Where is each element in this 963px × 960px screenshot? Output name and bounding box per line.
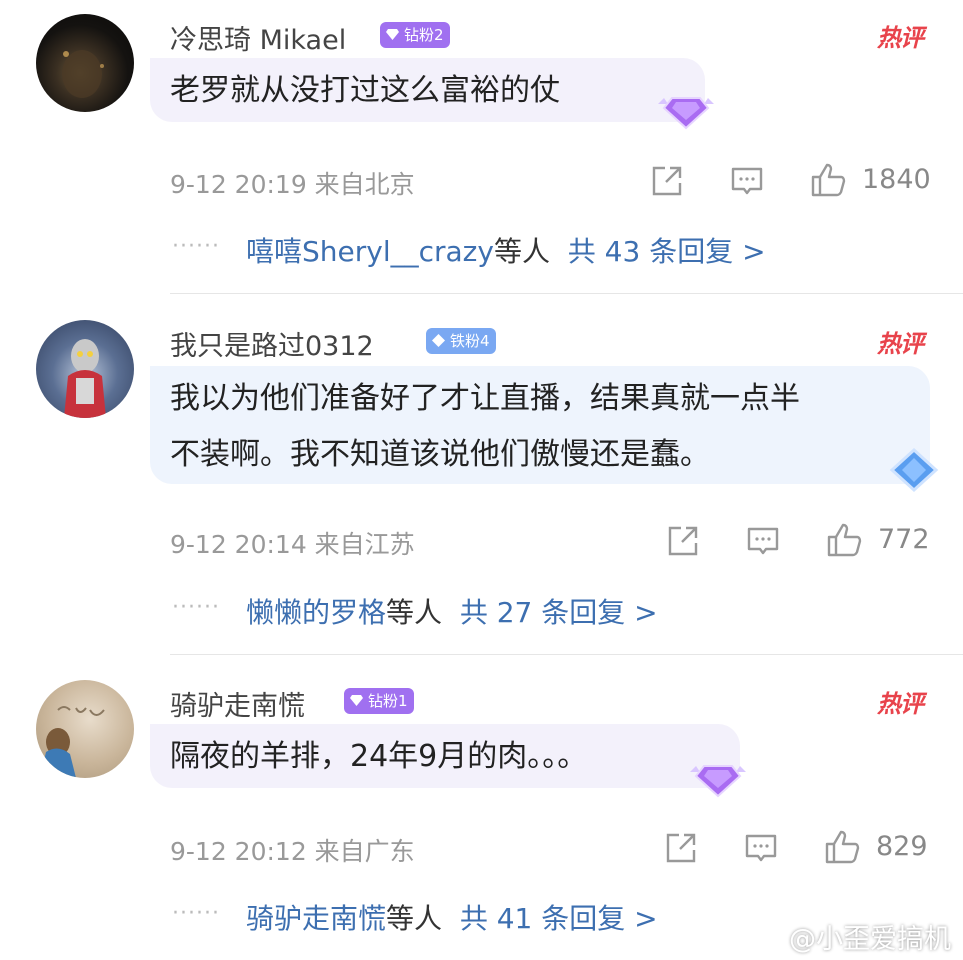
diamond-icon xyxy=(432,334,445,347)
fan-badge: 钻粉1 xyxy=(344,688,414,714)
comment-text: 我以为他们准备好了才让直播，结果真就一点半 xyxy=(170,381,800,416)
reply-count-link[interactable]: 共 41 条回复 > xyxy=(460,902,658,935)
share-icon[interactable] xyxy=(666,524,700,558)
comment-text: 老罗就从没打过这么富裕的仗 xyxy=(170,73,560,108)
reply-middle: 等人 xyxy=(386,596,443,629)
comment-text: 不装啊。我不知道该说他们傲慢还是蠢。 xyxy=(170,437,710,472)
username[interactable]: 骑驴走南慌 xyxy=(170,684,305,723)
diamond-icon xyxy=(350,695,363,706)
diamond-decoration-icon xyxy=(658,97,714,130)
fan-badge-label: 钻粉1 xyxy=(368,692,408,710)
reply-users[interactable]: 懒懒的罗格 xyxy=(246,596,386,629)
avatar[interactable] xyxy=(36,680,134,778)
comment-meta: 9-12 20:14 来自江苏 xyxy=(170,530,415,559)
divider xyxy=(170,654,963,655)
comment-meta: 9-12 20:12 来自广东 xyxy=(170,837,415,866)
username[interactable]: 冷思琦 Mikael xyxy=(170,18,346,57)
comment-icon[interactable] xyxy=(746,524,780,558)
divider xyxy=(170,293,963,294)
reply-users[interactable]: 嘻嘻Sheryl__crazy xyxy=(246,235,494,268)
reply-summary[interactable]: 骑驴走南慌等人 共 41 条回复 > xyxy=(246,897,658,937)
comment-icon[interactable] xyxy=(744,831,778,865)
share-icon[interactable] xyxy=(650,164,684,198)
avatar[interactable] xyxy=(36,320,134,418)
reply-middle: 等人 xyxy=(386,902,443,935)
comment-icon[interactable] xyxy=(730,164,764,198)
like-count: 829 xyxy=(876,831,928,862)
reply-dots: ······ xyxy=(172,234,220,259)
reply-summary[interactable]: 嘻嘻Sheryl__crazy等人 共 43 条回复 > xyxy=(246,230,766,270)
watermark: @小歪爱搞机 xyxy=(750,917,951,956)
thumbs-up-icon[interactable] xyxy=(824,829,860,865)
reply-dots: ······ xyxy=(172,595,220,620)
fan-badge: 钻粉2 xyxy=(380,22,450,48)
fan-badge: 铁粉4 xyxy=(426,328,496,354)
comment-text: 隔夜的羊排，24年9月的肉。。。 xyxy=(170,739,588,774)
like-count: 772 xyxy=(878,524,930,555)
comment-meta: 9-12 20:19 来自北京 xyxy=(170,170,415,199)
reply-count-link[interactable]: 共 43 条回复 > xyxy=(568,235,766,268)
like-count: 1840 xyxy=(862,164,931,195)
reply-count-link[interactable]: 共 27 条回复 > xyxy=(460,596,658,629)
reply-middle: 等人 xyxy=(493,235,550,268)
watermark-text: @小歪爱搞机 xyxy=(789,924,951,955)
reply-users[interactable]: 骑驴走南慌 xyxy=(246,902,386,935)
thumbs-up-icon[interactable] xyxy=(810,162,846,198)
thumbs-up-icon[interactable] xyxy=(826,522,862,558)
reply-dots: ······ xyxy=(172,901,220,926)
fan-badge-label: 铁粉4 xyxy=(450,332,490,350)
weibo-logo-icon xyxy=(751,929,779,950)
share-icon[interactable] xyxy=(664,831,698,865)
avatar[interactable] xyxy=(36,14,134,112)
hot-comment-label: 热评 xyxy=(877,690,924,718)
fan-badge-label: 钻粉2 xyxy=(404,26,444,44)
hot-comment-label: 热评 xyxy=(877,330,924,358)
diamond-icon xyxy=(386,29,399,40)
diamond-decoration-icon xyxy=(690,765,746,798)
username[interactable]: 我只是路过0312 xyxy=(170,324,374,363)
diamond-decoration-icon xyxy=(889,447,939,493)
hot-comment-label: 热评 xyxy=(877,24,924,52)
reply-summary[interactable]: 懒懒的罗格等人 共 27 条回复 > xyxy=(246,591,658,631)
